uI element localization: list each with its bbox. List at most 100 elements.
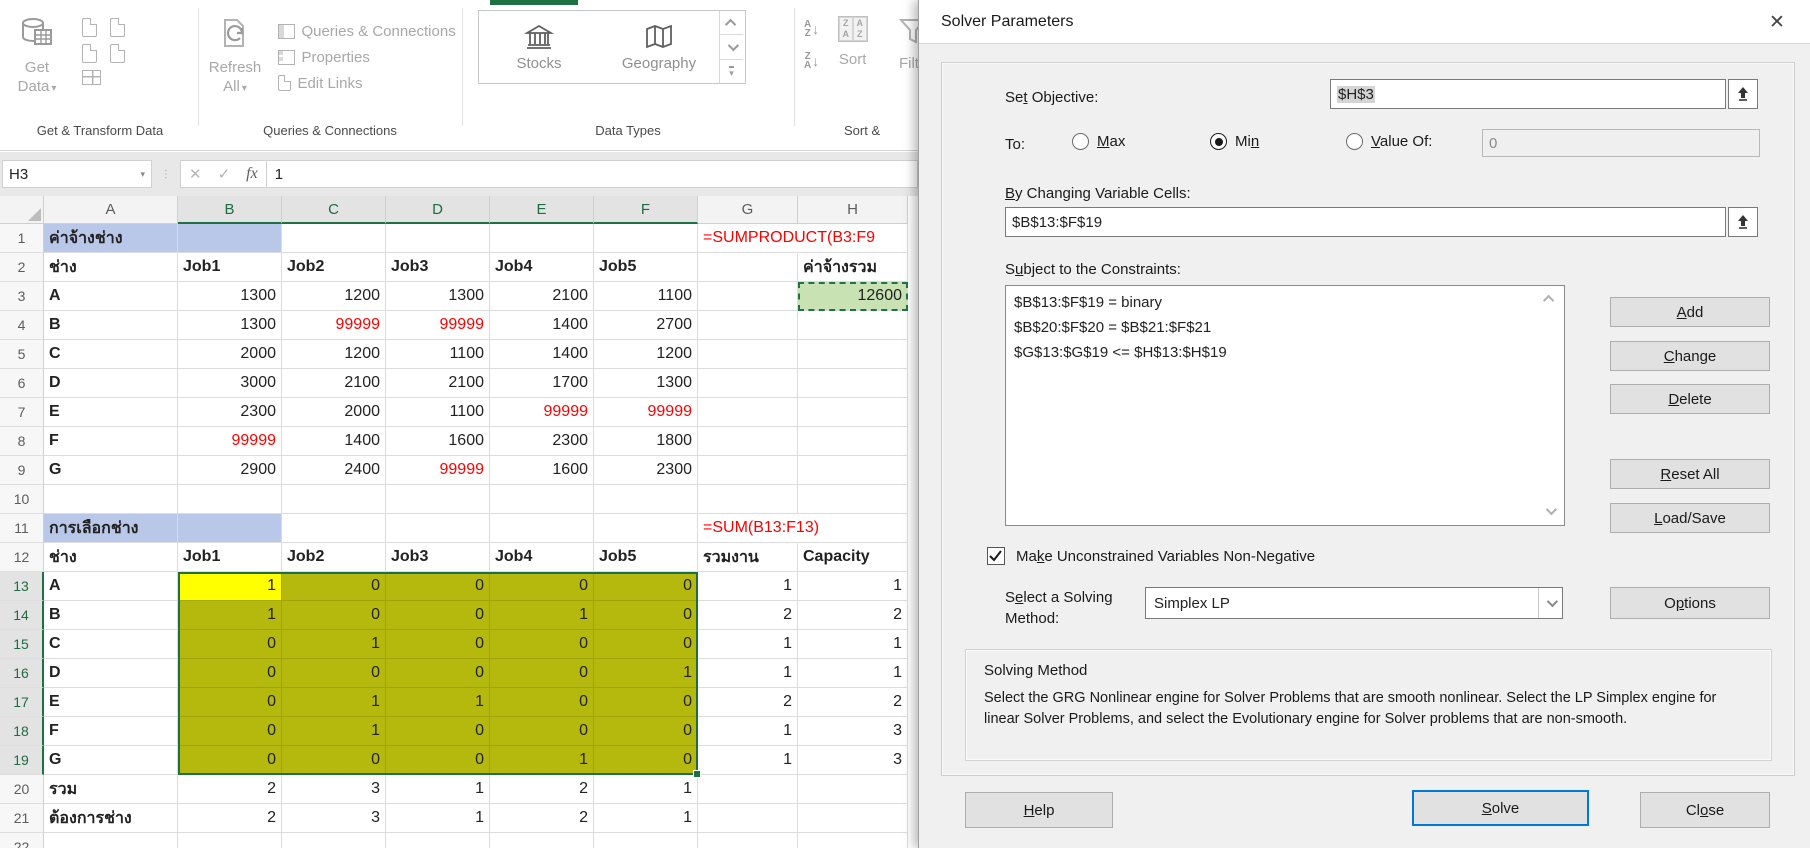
cell-H16[interactable]: 1: [798, 659, 908, 688]
cell-F10[interactable]: [594, 485, 698, 514]
close-button[interactable]: Close: [1640, 792, 1770, 828]
constraint-item[interactable]: $B$20:$F$20 = $B$21:$F$21: [1006, 315, 1564, 340]
row-header-8[interactable]: 8: [0, 427, 44, 456]
cell-E21[interactable]: 2: [490, 804, 594, 833]
solve-button[interactable]: Solve: [1412, 790, 1589, 826]
name-box[interactable]: H3 ▾: [2, 160, 152, 188]
cell-G12[interactable]: รวมงาน: [698, 543, 798, 572]
cell-E1[interactable]: [490, 224, 594, 253]
cell-C21[interactable]: 3: [282, 804, 386, 833]
constraints-listbox[interactable]: $B$13:$F$19 = binary $B$20:$F$20 = $B$21:…: [1005, 285, 1565, 526]
cell-A19[interactable]: G: [44, 746, 178, 775]
cell-A18[interactable]: F: [44, 717, 178, 746]
row-header-20[interactable]: 20: [0, 775, 44, 804]
cell-F19[interactable]: 0: [594, 746, 698, 775]
row-header-16[interactable]: 16: [0, 659, 44, 688]
cell-D1[interactable]: [386, 224, 490, 253]
gallery-scroll-down[interactable]: [720, 35, 743, 60]
cell-H7[interactable]: [798, 398, 908, 427]
cell-A16[interactable]: D: [44, 659, 178, 688]
cell-A9[interactable]: G: [44, 456, 178, 485]
row-header-19[interactable]: 19: [0, 746, 44, 775]
cell-F6[interactable]: 1300: [594, 369, 698, 398]
cell-F16[interactable]: 1: [594, 659, 698, 688]
cell-E5[interactable]: 1400: [490, 340, 594, 369]
cell-D21[interactable]: 1: [386, 804, 490, 833]
cell-A11[interactable]: การเลือกช่าง: [44, 514, 178, 543]
cell-A7[interactable]: E: [44, 398, 178, 427]
cell-C6[interactable]: 2100: [282, 369, 386, 398]
variable-cells-input[interactable]: $B$13:$F$19: [1005, 207, 1726, 237]
cell-G15[interactable]: 1: [698, 630, 798, 659]
cell-A2[interactable]: ช่าง: [44, 253, 178, 282]
cell-E15[interactable]: 0: [490, 630, 594, 659]
refresh-all-button[interactable]: Refresh All ▾: [202, 6, 268, 98]
sort-descending-button[interactable]: Z A ↓: [804, 52, 819, 71]
cell-D13[interactable]: 0: [386, 572, 490, 601]
column-header-B[interactable]: B: [178, 196, 282, 224]
enter-icon[interactable]: ✓: [218, 165, 231, 183]
cell-C11[interactable]: [282, 514, 386, 543]
cell-E17[interactable]: 0: [490, 688, 594, 717]
column-header-G[interactable]: G: [698, 196, 798, 224]
column-header-D[interactable]: D: [386, 196, 490, 224]
cell-A20[interactable]: รวม: [44, 775, 178, 804]
cell-D7[interactable]: 1100: [386, 398, 490, 427]
cell-B6[interactable]: 3000: [178, 369, 282, 398]
constraint-item[interactable]: $G$13:$G$19 <= $H$13:$H$19: [1006, 340, 1564, 365]
cell-F2[interactable]: Job5: [594, 253, 698, 282]
cell-E22[interactable]: [490, 833, 594, 848]
row-header-9[interactable]: 9: [0, 456, 44, 485]
cell-H4[interactable]: [798, 311, 908, 340]
cell-C5[interactable]: 1200: [282, 340, 386, 369]
column-header-A[interactable]: A: [44, 196, 178, 224]
cell-F1[interactable]: [594, 224, 698, 253]
existing-connections-icon[interactable]: [110, 44, 126, 63]
cell-H15[interactable]: 1: [798, 630, 908, 659]
cell-H21[interactable]: [798, 804, 908, 833]
cell-B2[interactable]: Job1: [178, 253, 282, 282]
geography-button[interactable]: Geography: [599, 11, 719, 83]
reset-all-button[interactable]: Reset All: [1610, 459, 1770, 489]
cell-A12[interactable]: ช่าง: [44, 543, 178, 572]
cell-F20[interactable]: 1: [594, 775, 698, 804]
cell-C16[interactable]: 0: [282, 659, 386, 688]
cell-A8[interactable]: F: [44, 427, 178, 456]
cell-D9[interactable]: 99999: [386, 456, 490, 485]
cell-B14[interactable]: 1: [178, 601, 282, 630]
close-icon[interactable]: ✕: [1760, 6, 1794, 38]
cell-G5[interactable]: [698, 340, 798, 369]
cell-G2[interactable]: [698, 253, 798, 282]
stocks-button[interactable]: Stocks: [479, 11, 599, 83]
formula-input[interactable]: 1: [266, 160, 918, 188]
cell-B18[interactable]: 0: [178, 717, 282, 746]
cell-C18[interactable]: 1: [282, 717, 386, 746]
row-header-14[interactable]: 14: [0, 601, 44, 630]
from-text-csv-icon[interactable]: [82, 18, 98, 37]
row-header-18[interactable]: 18: [0, 717, 44, 746]
cell-D8[interactable]: 1600: [386, 427, 490, 456]
cell-A13[interactable]: A: [44, 572, 178, 601]
solving-method-select[interactable]: Simplex LP: [1145, 587, 1563, 619]
column-header-H[interactable]: H: [798, 196, 908, 224]
cell-A21[interactable]: ต้องการช่าง: [44, 804, 178, 833]
cell-H13[interactable]: 1: [798, 572, 908, 601]
sort-button[interactable]: ZAAZ Sort: [824, 6, 882, 69]
cell-H22[interactable]: [798, 833, 908, 848]
cell-A3[interactable]: A: [44, 282, 178, 311]
cell-C15[interactable]: 1: [282, 630, 386, 659]
variable-cells-range-picker-button[interactable]: [1728, 207, 1758, 237]
select-all-corner[interactable]: [0, 196, 44, 224]
column-header-E[interactable]: E: [490, 196, 594, 224]
edit-links-button[interactable]: Edit Links: [278, 70, 455, 96]
cell-D16[interactable]: 0: [386, 659, 490, 688]
cell-D12[interactable]: Job3: [386, 543, 490, 572]
load-save-button[interactable]: Load/Save: [1610, 503, 1770, 533]
cell-C9[interactable]: 2400: [282, 456, 386, 485]
gallery-scroll-up[interactable]: [720, 11, 743, 36]
cell-G3[interactable]: [698, 282, 798, 311]
row-header-17[interactable]: 17: [0, 688, 44, 717]
cell-G1[interactable]: =SUMPRODUCT(B3:F9: [698, 224, 875, 253]
cell-B17[interactable]: 0: [178, 688, 282, 717]
properties-button[interactable]: Properties: [278, 44, 455, 70]
